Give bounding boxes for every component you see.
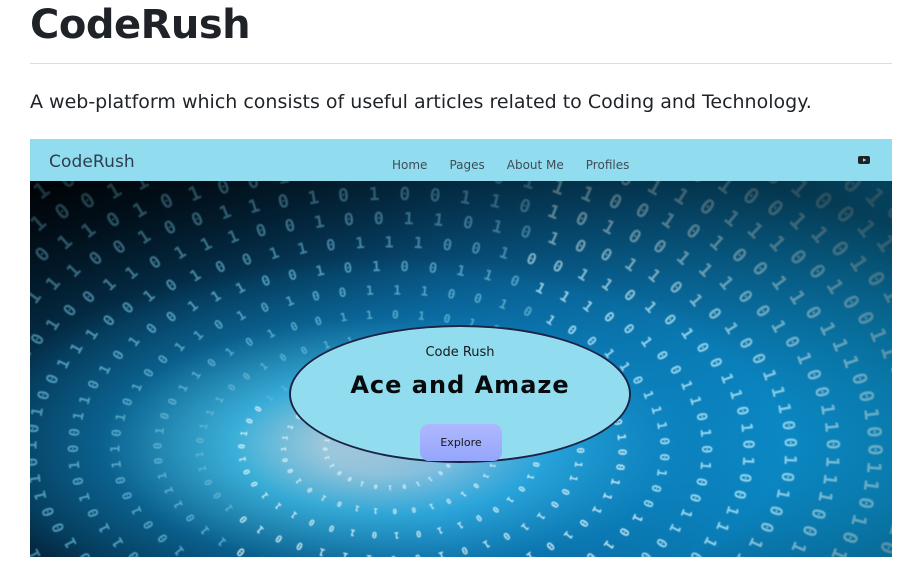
page: CodeRush A web-platform which consists o…: [0, 0, 918, 587]
youtube-icon[interactable]: [858, 156, 870, 164]
explore-button[interactable]: Explore: [420, 424, 502, 461]
hero-small-title: Code Rush: [425, 345, 495, 360]
title-divider: [30, 63, 892, 64]
project-description: A web-platform which consists of useful …: [30, 91, 812, 113]
page-title: CodeRush: [30, 2, 251, 48]
navbar: CodeRush Home Pages About Me Profiles: [30, 139, 892, 181]
hero-oval: Code Rush Ace and Amaze Explore: [289, 325, 631, 463]
website-preview: CodeRush Home Pages About Me Profiles Co…: [30, 139, 892, 557]
nav-links: Home Pages About Me Profiles: [392, 158, 629, 172]
nav-link-pages[interactable]: Pages: [449, 158, 484, 172]
nav-link-home[interactable]: Home: [392, 158, 427, 172]
brand-logo[interactable]: CodeRush: [49, 152, 135, 172]
nav-link-about-me[interactable]: About Me: [507, 158, 564, 172]
hero-section: 0100110101001101010011100101011010100110…: [30, 181, 892, 557]
hero-headline: Ace and Amaze: [350, 371, 570, 399]
nav-link-profiles[interactable]: Profiles: [586, 158, 630, 172]
